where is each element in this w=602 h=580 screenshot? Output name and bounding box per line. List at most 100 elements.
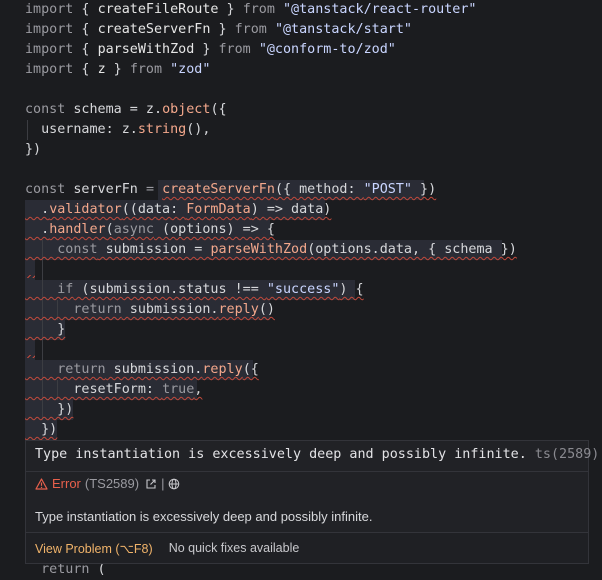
identifier: createServerFn: [97, 22, 211, 37]
code-line-11: .validator((data: FormData) => data): [25, 200, 331, 220]
code-text: }: [218, 2, 243, 17]
error-message: Type instantiation is excessively deep a…: [35, 509, 373, 524]
code-line-15: if (submission.status !== "success") {: [25, 280, 364, 300]
keyword: return: [25, 562, 90, 577]
string-literal: "@tanstack/react-router": [283, 2, 477, 17]
keyword: true: [162, 382, 195, 397]
code-text: (options.data, { schema }): [307, 242, 517, 257]
code-line-22: }): [25, 420, 57, 440]
code-text: }: [194, 42, 219, 57]
function-name: createServerFn: [162, 182, 275, 197]
type-name: FormData: [186, 202, 251, 217]
string-literal: "POST": [363, 182, 412, 197]
code-text: }: [210, 22, 235, 37]
code-editor[interactable]: import { createFileRoute } from "@tansta…: [0, 0, 602, 577]
code-text: (: [89, 562, 106, 577]
keyword: import: [25, 22, 74, 37]
code-text: serverFn: [65, 182, 146, 197]
view-problem-link[interactable]: View Problem (⌥F8): [35, 541, 153, 556]
function-name: object: [162, 102, 211, 117]
code-text: }): [25, 142, 42, 157]
code-line-2: import { createServerFn } from "@tanstac…: [25, 20, 412, 40]
hover-actions: View Problem (⌥F8) No quick fixes availa…: [26, 532, 588, 563]
code-line-13: const submission = parseWithZod(options.…: [25, 240, 517, 260]
hover-signature: Type instantiation is excessively deep a…: [35, 447, 599, 462]
code-text: }): [25, 402, 74, 417]
code-text: ) {: [339, 282, 364, 297]
code-text: {: [73, 2, 98, 17]
string-literal: "@conform-to/zod": [258, 42, 396, 57]
function-name: handler: [49, 222, 106, 237]
function-name: parseWithZod: [210, 242, 308, 257]
keyword: const: [25, 182, 66, 197]
error-label: Error: [52, 476, 81, 491]
code-text: }: [25, 322, 66, 337]
keyword: if: [25, 282, 74, 297]
keyword: return: [25, 302, 122, 317]
code-text: (submission.status !==: [73, 282, 267, 297]
code-text: {: [73, 22, 98, 37]
external-link-icon[interactable]: [145, 478, 157, 490]
separator: |: [161, 476, 165, 491]
code-text: }): [25, 422, 58, 437]
hover-signature-code: ts(2589): [534, 447, 600, 462]
keyword: const: [25, 102, 66, 117]
keyword: return: [25, 362, 106, 377]
code-line-16: return submission.reply(): [25, 300, 275, 320]
identifier: z: [97, 62, 106, 77]
no-quick-fixes-text: No quick fixes available: [168, 541, 300, 555]
function-name: string: [137, 122, 187, 137]
code-text: {: [73, 62, 98, 77]
code-line-7: username: z.string(),: [25, 120, 210, 140]
keyword: from: [218, 42, 251, 57]
code-text: ({: [210, 102, 227, 117]
code-line-6: const schema = z.object({: [25, 100, 227, 120]
code-line-21: }): [25, 400, 73, 420]
code-text: (): [258, 302, 275, 317]
code-line-3: import { parseWithZod } from "@conform-t…: [25, 40, 396, 60]
globe-icon[interactable]: [168, 478, 180, 490]
function-name: validator: [49, 202, 122, 217]
function-name: reply: [202, 362, 243, 377]
operator: =: [145, 182, 163, 197]
code-text: .: [25, 222, 50, 237]
code-text: ,: [194, 382, 203, 397]
keyword: import: [25, 62, 74, 77]
code-text: .: [25, 202, 50, 217]
code-text: submission =: [97, 242, 211, 257]
code-text: }): [412, 182, 437, 197]
string-literal: "zod": [170, 62, 211, 77]
error-squiggle: [27, 355, 35, 358]
error-squiggle: [27, 275, 35, 278]
code-line-20: resetForm: true,: [25, 380, 202, 400]
code-text: submission.: [105, 362, 203, 377]
code-text: }: [105, 62, 130, 77]
code-text: (),: [186, 122, 211, 137]
code-line-4: import { z } from "zod": [25, 60, 210, 80]
keyword: import: [25, 42, 74, 57]
error-code-link[interactable]: (TS2589): [85, 476, 139, 491]
function-name: reply: [218, 302, 259, 317]
keyword: async: [113, 222, 154, 237]
warning-icon: [35, 477, 48, 490]
code-text: ({ method:: [274, 182, 364, 197]
keyword: from: [242, 2, 275, 17]
code-text: (options) => {: [154, 222, 275, 237]
error-hover-widget: Type instantiation is excessively deep a…: [25, 440, 599, 564]
code-line-10: const serverFn = createServerFn({ method…: [25, 180, 436, 200]
code-text: ({: [242, 362, 259, 377]
identifier: parseWithZod: [97, 42, 195, 57]
keyword: from: [234, 22, 267, 37]
keyword: const: [25, 242, 98, 257]
code-text: username: z.: [25, 122, 138, 137]
divider: [26, 471, 588, 472]
hover-signature-text: Type instantiation is excessively deep a…: [35, 447, 527, 462]
string-literal: "@tanstack/start": [274, 22, 412, 37]
code-text: resetForm:: [25, 382, 163, 397]
code-text: (: [105, 222, 114, 237]
code-text: submission.: [121, 302, 219, 317]
code-text: ((data:: [121, 202, 187, 217]
string-literal: "success": [266, 282, 340, 297]
code-line-17: }: [25, 320, 65, 340]
identifier: createFileRoute: [97, 2, 219, 17]
